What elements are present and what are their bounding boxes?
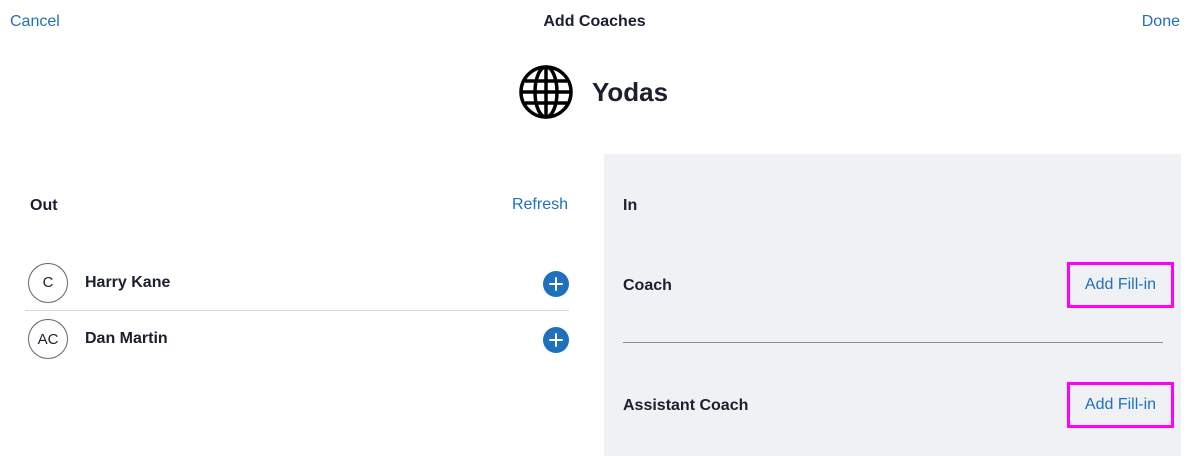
player-name: Dan Martin (85, 330, 168, 347)
refresh-button[interactable]: Refresh (512, 196, 568, 214)
add-coaches-screen: Cancel Add Coaches Done Yodas Out Refres… (0, 0, 1189, 456)
add-fill-in-coach-button[interactable]: Add Fill-in (1067, 262, 1174, 308)
add-player-button[interactable] (543, 271, 569, 297)
avatar: C (28, 262, 68, 303)
out-section-title: Out (30, 197, 58, 214)
page-title: Add Coaches (543, 13, 646, 30)
player-row-dan-martin: AC Dan Martin (25, 311, 569, 367)
role-label-assistant-coach: Assistant Coach (623, 397, 749, 414)
out-panel: Out Refresh C Harry Kane AC Dan Martin (0, 154, 604, 456)
globe-icon (518, 64, 574, 120)
divider (623, 342, 1163, 343)
done-button[interactable]: Done (1142, 13, 1180, 31)
add-player-button[interactable] (543, 327, 569, 353)
role-label-coach: Coach (623, 277, 672, 294)
in-panel: In Coach Add Fill-in Assistant Coach Add… (604, 154, 1181, 456)
add-fill-in-assistant-coach-button[interactable]: Add Fill-in (1067, 382, 1174, 428)
team-header: Yodas (518, 64, 668, 120)
avatar: AC (28, 319, 68, 359)
team-name: Yodas (592, 76, 669, 107)
in-section-title: In (623, 197, 638, 214)
player-name: Harry Kane (85, 273, 171, 291)
player-row-harry-kane: C Harry Kane (25, 255, 569, 311)
